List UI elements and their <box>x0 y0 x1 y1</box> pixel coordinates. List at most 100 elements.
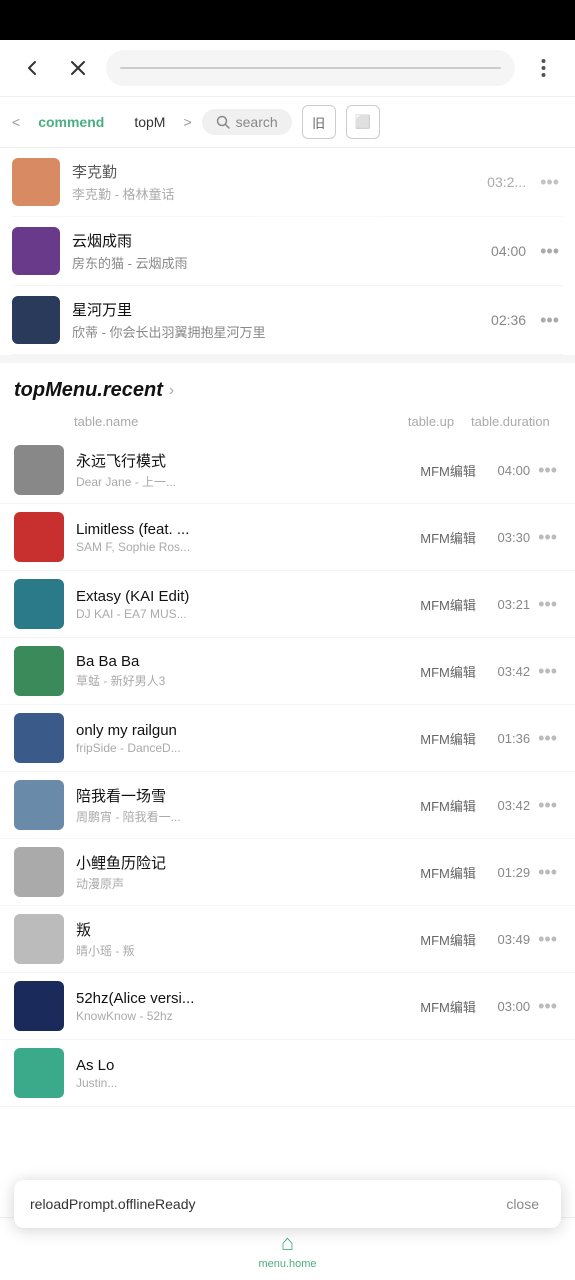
song-more-button[interactable]: ••• <box>534 925 561 954</box>
home-label: menu.home <box>258 1258 316 1270</box>
song-more-button[interactable]: ••• <box>534 992 561 1021</box>
song-uploader: MFM编辑 <box>412 595 484 614</box>
song-artist: DJ KAI - EA7 MUS... <box>76 607 412 621</box>
song-artist: SAM F, Sophie Ros... <box>76 540 412 554</box>
list-item[interactable]: Limitless (feat. ... SAM F, Sophie Ros..… <box>0 504 575 571</box>
song-duration: 03:2... <box>487 174 526 190</box>
song-title: 叛 <box>76 919 412 940</box>
song-thumbnail <box>14 512 64 562</box>
search-icon <box>216 115 230 129</box>
song-info: As Lo Justin... <box>76 1057 561 1090</box>
list-item[interactable]: 陪我看一场雪 周鹏宵 - 陪我看一... MFM编辑 03:42 ••• <box>0 772 575 839</box>
song-more-button[interactable]: ••• <box>534 590 561 619</box>
song-thumbnail <box>14 646 64 696</box>
song-thumbnail <box>14 981 64 1031</box>
tab-chevron-left[interactable]: < <box>12 114 20 130</box>
recent-songs-list: 永远飞行模式 Dear Jane - 上一... MFM编辑 04:00 •••… <box>0 437 575 1107</box>
song-info: 52hz(Alice versi... KnowKnow - 52hz <box>76 990 412 1023</box>
song-uploader: MFM编辑 <box>412 930 484 949</box>
offline-toast-close-button[interactable]: close <box>500 1194 545 1214</box>
list-item[interactable]: Ba Ba Ba 草蜢 - 新好男人3 MFM编辑 03:42 ••• <box>0 638 575 705</box>
song-thumbnail <box>14 780 64 830</box>
song-title: 星河万里 <box>72 299 491 320</box>
recent-section-arrow[interactable]: › <box>169 382 174 400</box>
song-title: 永远飞行模式 <box>76 450 412 471</box>
recent-section-title: topMenu.recent <box>14 379 163 402</box>
song-thumbnail <box>14 847 64 897</box>
song-info: 陪我看一场雪 周鹏宵 - 陪我看一... <box>76 785 412 825</box>
table-header: table.name table.up table.duration <box>0 410 575 437</box>
history-button[interactable]: 旧 <box>302 105 336 139</box>
song-info: 李克勤 李克勤 - 格林童话 <box>72 161 487 203</box>
song-thumbnail <box>14 579 64 629</box>
home-nav-item[interactable]: ⌂ menu.home <box>242 1226 332 1274</box>
song-artist: Dear Jane - 上一... <box>76 473 412 490</box>
song-duration: 03:00 <box>484 999 530 1014</box>
song-info: 叛 晴小瑶 - 叛 <box>76 919 412 959</box>
song-more-button[interactable]: ••• <box>534 724 561 753</box>
search-label: search <box>236 114 278 130</box>
song-title: Limitless (feat. ... <box>76 521 412 538</box>
song-more-button[interactable]: ••• <box>536 306 563 335</box>
song-artist: 草蜢 - 新好男人3 <box>76 672 412 689</box>
history-icon: 旧 <box>312 113 325 132</box>
window-icon: ⬜ <box>355 114 371 130</box>
table-header-duration: table.duration <box>471 414 531 429</box>
list-item[interactable]: 小鲤鱼历险记 动漫原声 MFM编辑 01:29 ••• <box>0 839 575 906</box>
song-duration: 03:42 <box>484 664 530 679</box>
search-bar[interactable]: search <box>202 109 292 135</box>
offline-toast: reloadPrompt.offlineReady close <box>14 1180 561 1228</box>
url-bar[interactable] <box>106 50 515 86</box>
list-item[interactable]: 叛 晴小瑶 - 叛 MFM编辑 03:49 ••• <box>0 906 575 973</box>
song-more-button[interactable]: ••• <box>536 237 563 266</box>
song-more-button[interactable]: ••• <box>534 858 561 887</box>
list-item[interactable]: Extasy (KAI Edit) DJ KAI - EA7 MUS... MF… <box>0 571 575 638</box>
list-item[interactable]: As Lo Justin... <box>0 1040 575 1107</box>
song-uploader: MFM编辑 <box>412 863 484 882</box>
song-more-button[interactable]: ••• <box>536 168 563 197</box>
song-artist: Justin... <box>76 1076 561 1090</box>
song-artist: 李克勤 - 格林童话 <box>72 184 487 203</box>
close-button[interactable] <box>60 50 96 86</box>
song-artist: KnowKnow - 52hz <box>76 1009 412 1023</box>
song-uploader: MFM编辑 <box>412 997 484 1016</box>
song-uploader: MFM编辑 <box>412 528 484 547</box>
list-item[interactable]: 李克勤 李克勤 - 格林童话 03:2... ••• <box>12 148 563 217</box>
window-button[interactable]: ⬜ <box>346 105 380 139</box>
table-header-up: table.up <box>391 414 471 429</box>
song-thumbnail <box>14 445 64 495</box>
tab-chevron-right[interactable]: > <box>183 114 191 130</box>
tab-commend[interactable]: commend <box>26 108 116 136</box>
tab-topmenu[interactable]: topM <box>122 108 177 136</box>
song-more-button[interactable]: ••• <box>534 523 561 552</box>
table-header-name: table.name <box>14 414 391 429</box>
home-icon: ⌂ <box>281 1230 294 1256</box>
top-songs-section: 李克勤 李克勤 - 格林童话 03:2... ••• 云烟成雨 房东的猫 - 云… <box>0 148 575 355</box>
list-item[interactable]: only my railgun fripSide - DanceD... MFM… <box>0 705 575 772</box>
song-info: 云烟成雨 房东的猫 - 云烟成雨 <box>72 230 491 272</box>
song-more-button[interactable]: ••• <box>534 456 561 485</box>
song-artist: 周鹏宵 - 陪我看一... <box>76 808 412 825</box>
song-title: As Lo <box>76 1057 561 1074</box>
song-uploader: MFM编辑 <box>412 729 484 748</box>
recent-section-header: topMenu.recent › <box>0 363 575 410</box>
song-info: Extasy (KAI Edit) DJ KAI - EA7 MUS... <box>76 588 412 621</box>
song-duration: 03:49 <box>484 932 530 947</box>
song-duration: 03:42 <box>484 798 530 813</box>
song-uploader: MFM编辑 <box>412 662 484 681</box>
list-item[interactable]: 星河万里 欣蒂 - 你会长出羽翼拥抱星河万里 02:36 ••• <box>12 286 563 355</box>
song-thumbnail <box>14 713 64 763</box>
more-button[interactable] <box>525 50 561 86</box>
song-more-button[interactable]: ••• <box>534 791 561 820</box>
back-button[interactable] <box>14 50 50 86</box>
song-thumbnail <box>14 914 64 964</box>
list-item[interactable]: 52hz(Alice versi... KnowKnow - 52hz MFM编… <box>0 973 575 1040</box>
list-item[interactable]: 云烟成雨 房东的猫 - 云烟成雨 04:00 ••• <box>12 217 563 286</box>
list-item[interactable]: 永远飞行模式 Dear Jane - 上一... MFM编辑 04:00 ••• <box>0 437 575 504</box>
song-title: 李克勤 <box>72 161 487 182</box>
song-uploader: MFM编辑 <box>412 461 484 480</box>
song-duration: 04:00 <box>491 243 526 259</box>
song-more-button[interactable]: ••• <box>534 657 561 686</box>
song-duration: 01:36 <box>484 731 530 746</box>
song-artist: fripSide - DanceD... <box>76 741 412 755</box>
